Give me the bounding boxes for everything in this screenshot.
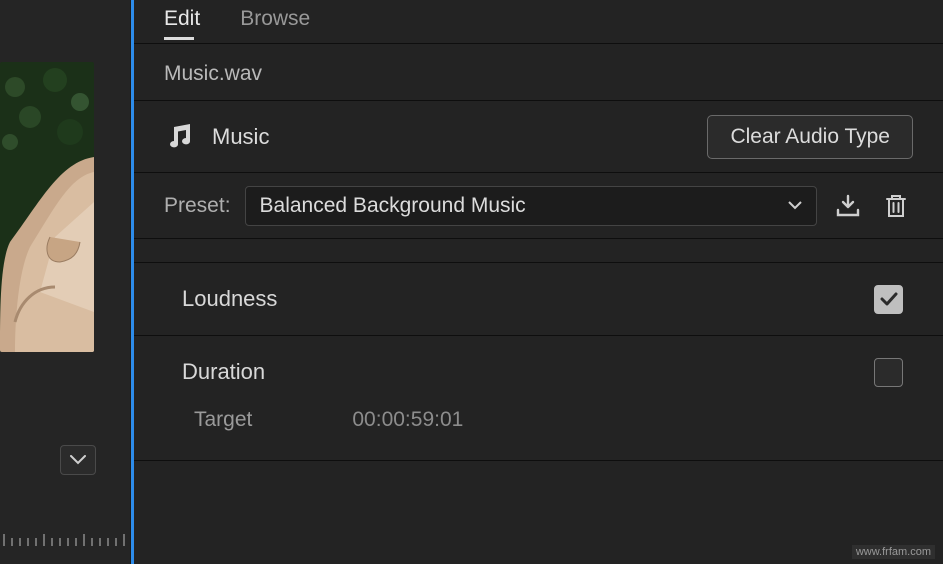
clear-audio-type-button[interactable]: Clear Audio Type	[707, 115, 913, 159]
loudness-checkbox[interactable]	[874, 285, 903, 314]
audio-type-label: Music	[212, 124, 269, 150]
clip-thumbnail[interactable]	[0, 62, 94, 352]
essential-sound-panel: Edit Browse Music.wav Music Clear Audio …	[134, 0, 943, 564]
preset-row: Preset: Balanced Background Music	[134, 173, 943, 239]
check-icon	[880, 292, 898, 306]
duration-section: Duration Target 00:00:59:01	[134, 336, 943, 461]
duration-target-label: Target	[194, 408, 252, 432]
preset-select[interactable]: Balanced Background Music	[245, 186, 817, 226]
tab-browse[interactable]: Browse	[240, 7, 310, 37]
delete-preset-button[interactable]	[879, 189, 913, 223]
loudness-section: Loudness	[134, 263, 943, 336]
chevron-down-icon	[788, 201, 802, 210]
preset-label: Preset:	[164, 194, 231, 218]
music-note-icon	[164, 124, 194, 150]
trash-icon	[884, 193, 908, 219]
left-sidebar	[0, 0, 130, 564]
collapse-button[interactable]	[60, 445, 96, 475]
preset-selected-value: Balanced Background Music	[260, 194, 526, 218]
audio-type-row: Music Clear Audio Type	[134, 101, 943, 173]
panel-tabs: Edit Browse	[134, 0, 943, 44]
loudness-title[interactable]: Loudness	[182, 286, 277, 312]
chevron-down-icon	[70, 455, 86, 465]
save-preset-button[interactable]	[831, 189, 865, 223]
tab-edit[interactable]: Edit	[164, 7, 200, 37]
duration-title[interactable]: Duration	[182, 359, 265, 385]
spacer	[134, 239, 943, 263]
timeline-ruler[interactable]	[0, 530, 130, 560]
duration-target-value[interactable]: 00:00:59:01	[352, 408, 463, 432]
watermark: www.frfam.com	[852, 545, 935, 559]
duration-checkbox[interactable]	[874, 358, 903, 387]
clip-filename: Music.wav	[134, 44, 943, 101]
download-preset-icon	[835, 194, 861, 218]
